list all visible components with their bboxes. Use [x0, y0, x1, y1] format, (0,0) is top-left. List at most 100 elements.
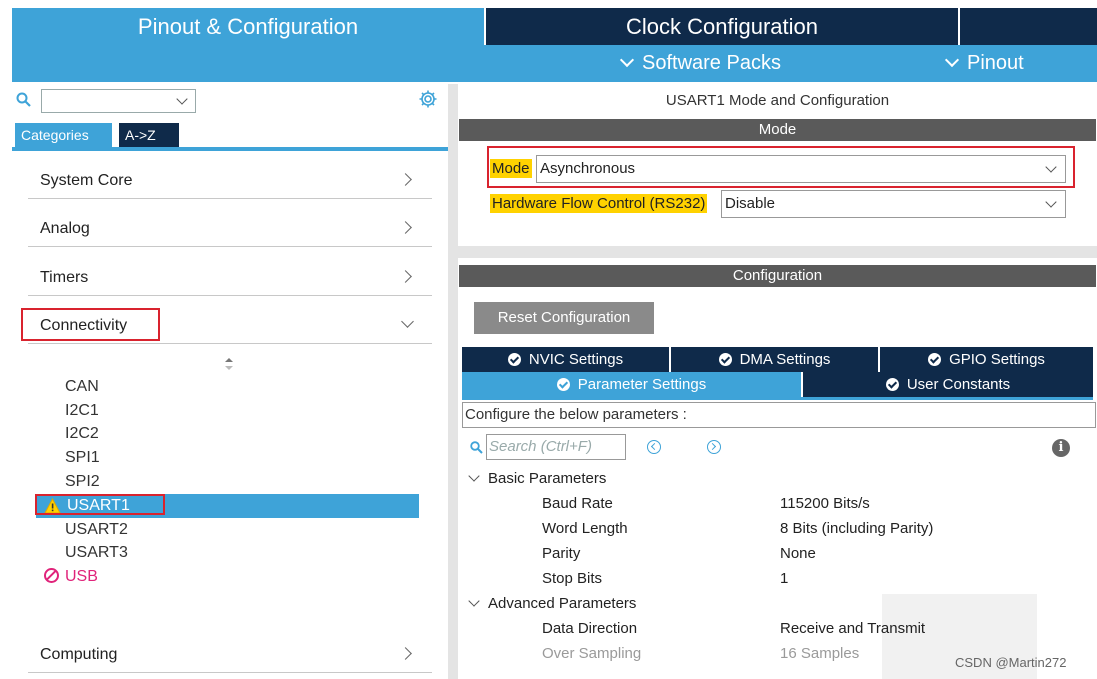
param-stop-bits-value[interactable]: 1 — [780, 570, 788, 587]
search-next-icon[interactable] — [707, 440, 721, 454]
tab-pinout-configuration[interactable]: Pinout & Configuration — [12, 8, 484, 45]
group-basic-parameters[interactable]: Basic Parameters — [468, 470, 607, 487]
tab-label: Parameter Settings — [577, 376, 707, 393]
category-timers[interactable]: Timers — [28, 259, 432, 296]
chevron-down-icon — [401, 315, 414, 328]
section-gap — [458, 246, 1097, 258]
tab-a-to-z[interactable]: A->Z — [119, 123, 179, 147]
sub-navigation: Software Packs Pinout — [12, 45, 1097, 82]
category-label: Analog — [40, 220, 90, 237]
peripheral-usart2[interactable]: USART2 — [36, 518, 419, 542]
check-circle-icon — [556, 378, 570, 391]
group-advanced-parameters[interactable]: Advanced Parameters — [468, 595, 637, 612]
configuration-section-header: Configuration — [459, 265, 1096, 287]
top-navigation: Pinout & Configuration Clock Configurati… — [0, 0, 1097, 84]
chevron-down-icon — [176, 93, 188, 105]
tab-categories[interactable]: Categories — [15, 123, 112, 147]
peripheral-label: USART2 — [65, 521, 128, 538]
parameter-search-input[interactable]: Search (Ctrl+F) — [486, 434, 626, 460]
search-icon — [470, 441, 483, 454]
search-previous-icon[interactable] — [647, 440, 661, 454]
param-over-sampling-label: Over Sampling — [542, 645, 642, 662]
tab-more[interactable] — [960, 8, 1097, 45]
tab-label: User Constants — [906, 376, 1011, 393]
param-baud-rate-label: Baud Rate — [542, 495, 613, 512]
hw-flow-label: Hardware Flow Control (RS232) — [490, 194, 708, 213]
category-label: Timers — [40, 269, 89, 286]
tab-parameter-settings[interactable]: Parameter Settings — [462, 372, 801, 397]
category-system-core[interactable]: System Core — [28, 162, 432, 199]
tab-underline — [462, 397, 1093, 400]
software-packs-menu[interactable]: Software Packs — [619, 45, 781, 82]
peripheral-i2c1[interactable]: I2C1 — [36, 399, 419, 423]
tab-label: NVIC Settings — [528, 351, 624, 368]
peripheral-label: SPI2 — [65, 473, 100, 490]
peripheral-can[interactable]: CAN — [36, 375, 419, 399]
tab-underline — [12, 147, 448, 151]
param-word-length-label: Word Length — [542, 520, 628, 537]
gear-icon[interactable] — [418, 89, 438, 109]
peripheral-label: I2C1 — [65, 402, 99, 419]
param-data-direction-value[interactable]: Receive and Transmit — [780, 620, 925, 637]
param-over-sampling-value: 16 Samples — [780, 645, 860, 662]
peripheral-label: I2C2 — [65, 425, 99, 442]
search-dropdown[interactable] — [41, 89, 196, 113]
search-icon[interactable] — [16, 92, 31, 107]
category-analog[interactable]: Analog — [28, 210, 432, 247]
peripheral-spi1[interactable]: SPI1 — [36, 446, 419, 470]
tab-label: DMA Settings — [739, 351, 831, 368]
software-packs-label: Software Packs — [642, 52, 781, 74]
chevron-right-icon — [399, 173, 412, 186]
category-computing[interactable]: Computing — [28, 636, 432, 673]
chevron-down-icon — [468, 470, 480, 482]
mode-section-header: Mode — [459, 119, 1096, 141]
watermark-text: CSDN @Martin272 — [955, 655, 1067, 670]
category-label: System Core — [40, 172, 133, 189]
peripheral-spi2[interactable]: SPI2 — [36, 470, 419, 494]
peripheral-usb[interactable]: USB — [36, 565, 419, 589]
info-icon[interactable]: i — [1052, 439, 1070, 457]
category-label: Computing — [40, 646, 118, 663]
parameter-hint: Configure the below parameters : — [462, 402, 1096, 428]
sort-icon[interactable] — [224, 357, 234, 371]
check-circle-icon — [885, 378, 899, 391]
peripheral-label: USART3 — [65, 544, 128, 561]
check-circle-icon — [507, 353, 521, 366]
categories-panel: Categories A->Z System Core Analog Timer… — [12, 84, 448, 679]
group-label: Basic Parameters — [488, 470, 607, 487]
connectivity-highlight-box — [21, 308, 160, 341]
param-word-length-value[interactable]: 8 Bits (including Parity) — [780, 520, 933, 537]
usart1-highlight-box — [35, 494, 165, 515]
tab-user-constants[interactable]: User Constants — [803, 372, 1093, 397]
param-baud-rate-value[interactable]: 115200 Bits/s — [780, 495, 870, 512]
hw-flow-value: Disable — [725, 195, 776, 212]
param-data-direction-label: Data Direction — [542, 620, 638, 637]
chevron-down-icon — [944, 52, 960, 68]
check-circle-icon — [718, 353, 732, 366]
mode-configuration-panel: USART1 Mode and Configuration Mode Mode … — [458, 84, 1097, 679]
chevron-right-icon — [399, 270, 412, 283]
reset-configuration-button[interactable]: Reset Configuration — [474, 302, 654, 334]
hw-flow-select[interactable]: Disable — [721, 190, 1066, 218]
chevron-down-icon — [1045, 196, 1057, 208]
tab-label: GPIO Settings — [949, 351, 1045, 368]
tab-clock-configuration[interactable]: Clock Configuration — [486, 8, 958, 45]
mode-highlight-box — [487, 146, 1075, 188]
panel-splitter[interactable] — [448, 84, 458, 679]
pinout-menu[interactable]: Pinout — [944, 45, 1024, 82]
tab-dma-settings[interactable]: DMA Settings — [671, 347, 878, 372]
tab-gpio-settings[interactable]: GPIO Settings — [880, 347, 1093, 372]
disabled-icon — [44, 568, 59, 583]
panel-title: USART1 Mode and Configuration — [665, 92, 890, 109]
check-circle-icon — [928, 353, 942, 366]
hw-flow-row: Hardware Flow Control (RS232) Disable — [490, 190, 1066, 218]
pinout-label: Pinout — [967, 52, 1024, 74]
chevron-right-icon — [399, 221, 412, 234]
peripheral-usart3[interactable]: USART3 — [36, 541, 419, 565]
peripheral-i2c2[interactable]: I2C2 — [36, 422, 419, 446]
tab-nvic-settings[interactable]: NVIC Settings — [462, 347, 669, 372]
param-parity-value[interactable]: None — [780, 545, 816, 562]
group-label: Advanced Parameters — [488, 595, 637, 612]
chevron-right-icon — [399, 647, 412, 660]
param-stop-bits-label: Stop Bits — [542, 570, 603, 587]
